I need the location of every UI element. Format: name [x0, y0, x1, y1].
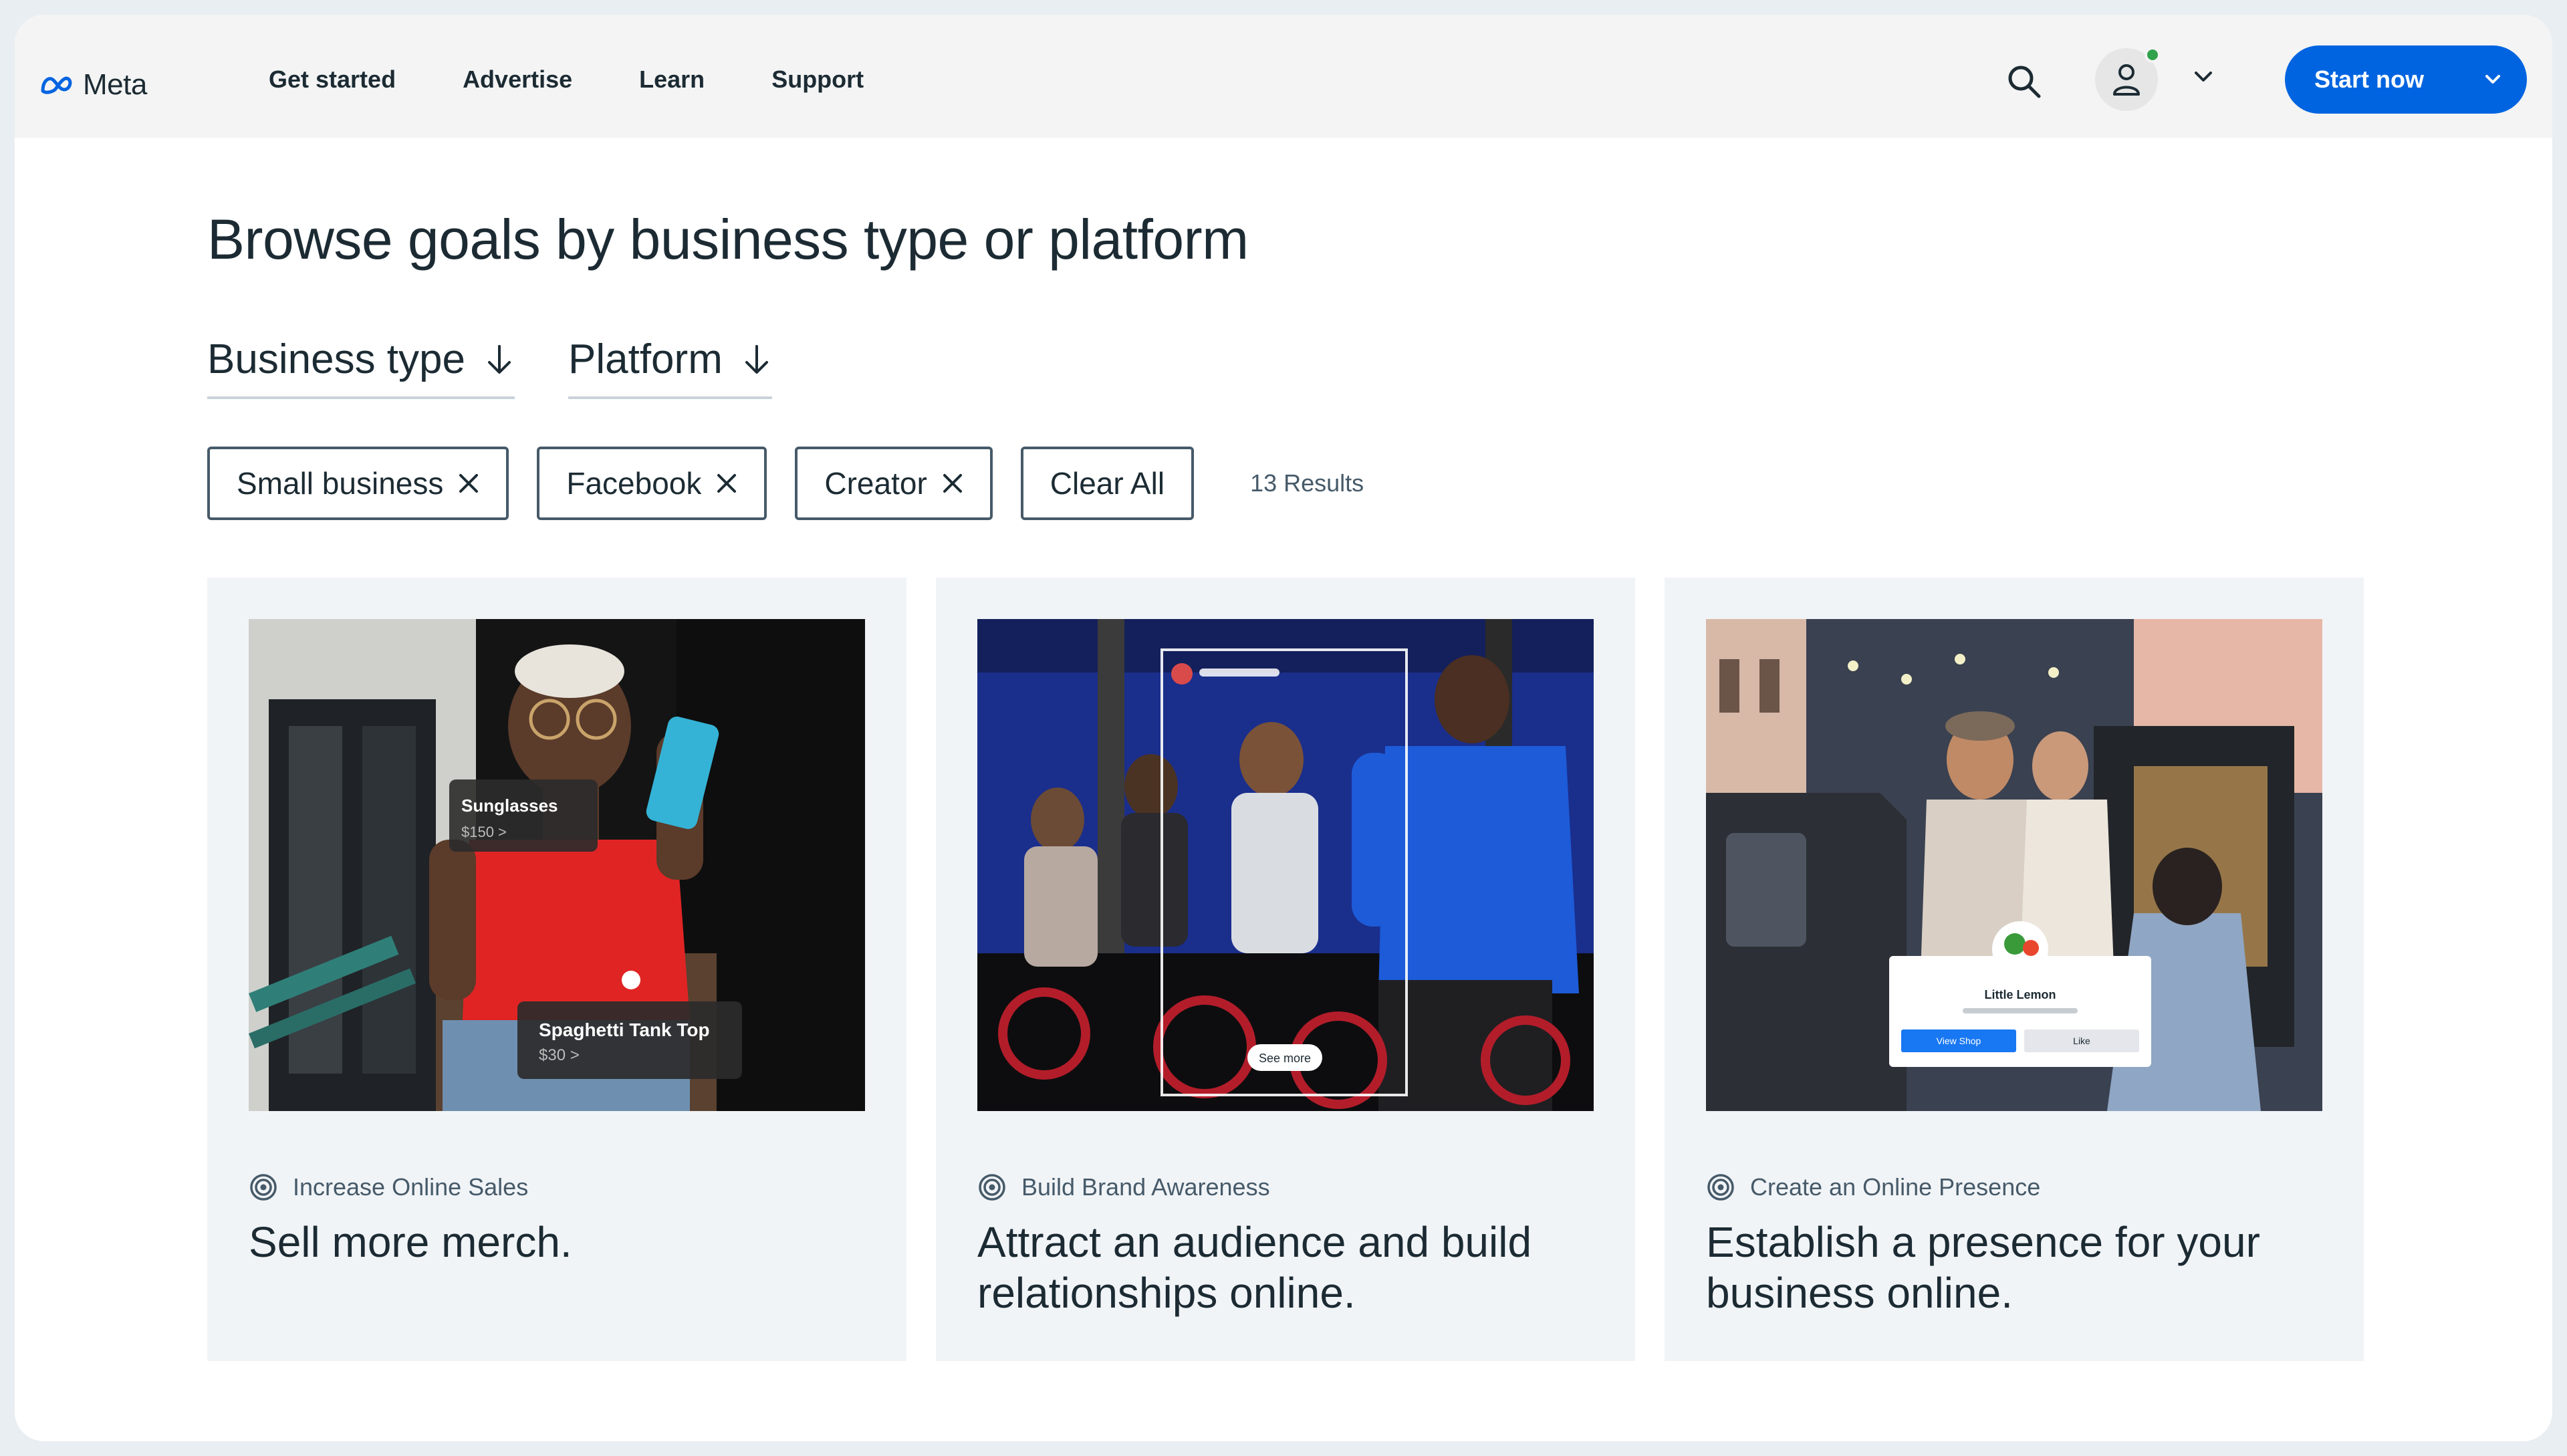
- overlay-cta: See more: [1259, 1052, 1311, 1065]
- target-icon: [250, 1174, 277, 1201]
- logo-text: Meta: [83, 68, 147, 101]
- card-image: Little Lemon View Shop Like: [1706, 619, 2322, 1111]
- card-tag-label: Create an Online Presence: [1750, 1173, 2041, 1201]
- arrow-down-icon: [488, 344, 511, 374]
- chevron-down-icon: [2485, 75, 2500, 84]
- account-avatar[interactable]: [2095, 47, 2161, 111]
- overlay-item2-name: Spaghetti Tank Top: [539, 1019, 710, 1040]
- overlay-item1-name: Sunglasses: [461, 796, 558, 816]
- chip-label: Creator: [824, 466, 927, 501]
- card-goal-tag: Increase Online Sales: [249, 1173, 528, 1202]
- goal-card-brand-awareness[interactable]: See more Build Brand Awareness Attract a…: [936, 578, 1635, 1361]
- card-goal-tag: Build Brand Awareness: [977, 1173, 1270, 1202]
- search-icon: [2008, 66, 2041, 98]
- filter-chip-small-business[interactable]: Small business: [207, 447, 509, 520]
- dropdown-label: Platform: [568, 336, 723, 382]
- goal-card-online-sales[interactable]: Sunglasses $150 > Spaghetti Tank Top $30…: [207, 578, 906, 1361]
- nav-advertise[interactable]: Advertise: [463, 66, 572, 94]
- main-nav: Get started Advertise Learn Support: [269, 66, 864, 94]
- page-title: Browse goals by business type or platfor…: [207, 208, 1249, 271]
- chevron-down-icon: [2195, 72, 2212, 82]
- target-icon: [1707, 1174, 1734, 1201]
- overlay-button2: Like: [2073, 1036, 2090, 1046]
- start-now-button[interactable]: Start now: [2285, 45, 2527, 114]
- chip-label: Facebook: [566, 466, 702, 501]
- goal-card-online-presence[interactable]: Little Lemon View Shop Like Create an On…: [1665, 578, 2364, 1361]
- close-icon[interactable]: [942, 473, 963, 494]
- target-icon: [979, 1174, 1005, 1201]
- arrow-down-icon: [745, 344, 768, 374]
- active-filters: Small business Facebook Creator Clear Al…: [207, 447, 1364, 520]
- filter-chip-facebook[interactable]: Facebook: [537, 447, 767, 520]
- nav-support[interactable]: Support: [771, 66, 864, 94]
- card-headline: Sell more merch.: [249, 1218, 572, 1266]
- platform-dropdown[interactable]: Platform: [568, 336, 772, 399]
- card-tag-label: Increase Online Sales: [293, 1173, 529, 1201]
- card-headline: Attract an audience and build relationsh…: [977, 1218, 1532, 1317]
- nav-learn[interactable]: Learn: [639, 66, 705, 94]
- search-button[interactable]: [2000, 57, 2048, 106]
- overlay-item1-price: $150 >: [461, 824, 507, 840]
- clear-all-label: Clear All: [1050, 466, 1165, 501]
- overlay-button1: View Shop: [1937, 1036, 1981, 1046]
- meta-logo-icon: [41, 76, 72, 94]
- card-headline: Establish a presence for your business o…: [1706, 1218, 2260, 1317]
- online-status-dot: [2145, 47, 2161, 63]
- clear-all-button[interactable]: Clear All: [1020, 447, 1195, 520]
- top-navigation: Meta Get started Advertise Learn Support: [15, 15, 2552, 138]
- browser-frame: Meta Get started Advertise Learn Support: [15, 15, 2552, 1441]
- overlay-item2-price: $30 >: [539, 1046, 580, 1064]
- filter-dropdowns: Business type Platform: [207, 336, 772, 399]
- dropdown-label: Business type: [207, 336, 465, 382]
- account-menu-toggle[interactable]: [2190, 67, 2217, 87]
- chip-label: Small business: [237, 466, 444, 501]
- close-icon[interactable]: [458, 473, 479, 494]
- user-icon: [2113, 64, 2140, 96]
- close-icon[interactable]: [716, 473, 737, 494]
- start-now-label: Start now: [2314, 66, 2425, 93]
- meta-logo[interactable]: Meta: [39, 55, 147, 115]
- business-type-dropdown[interactable]: Business type: [207, 336, 515, 399]
- card-image: Sunglasses $150 > Spaghetti Tank Top $30…: [249, 619, 865, 1111]
- nav-get-started[interactable]: Get started: [269, 66, 396, 94]
- results-count: 13 Results: [1250, 469, 1364, 497]
- card-image: See more: [977, 619, 1594, 1111]
- card-tag-label: Build Brand Awareness: [1021, 1173, 1270, 1201]
- overlay-page-name: Little Lemon: [1985, 988, 2056, 1001]
- filter-chip-creator[interactable]: Creator: [795, 447, 993, 520]
- card-goal-tag: Create an Online Presence: [1706, 1173, 2040, 1202]
- goal-cards: Sunglasses $150 > Spaghetti Tank Top $30…: [207, 578, 2364, 1361]
